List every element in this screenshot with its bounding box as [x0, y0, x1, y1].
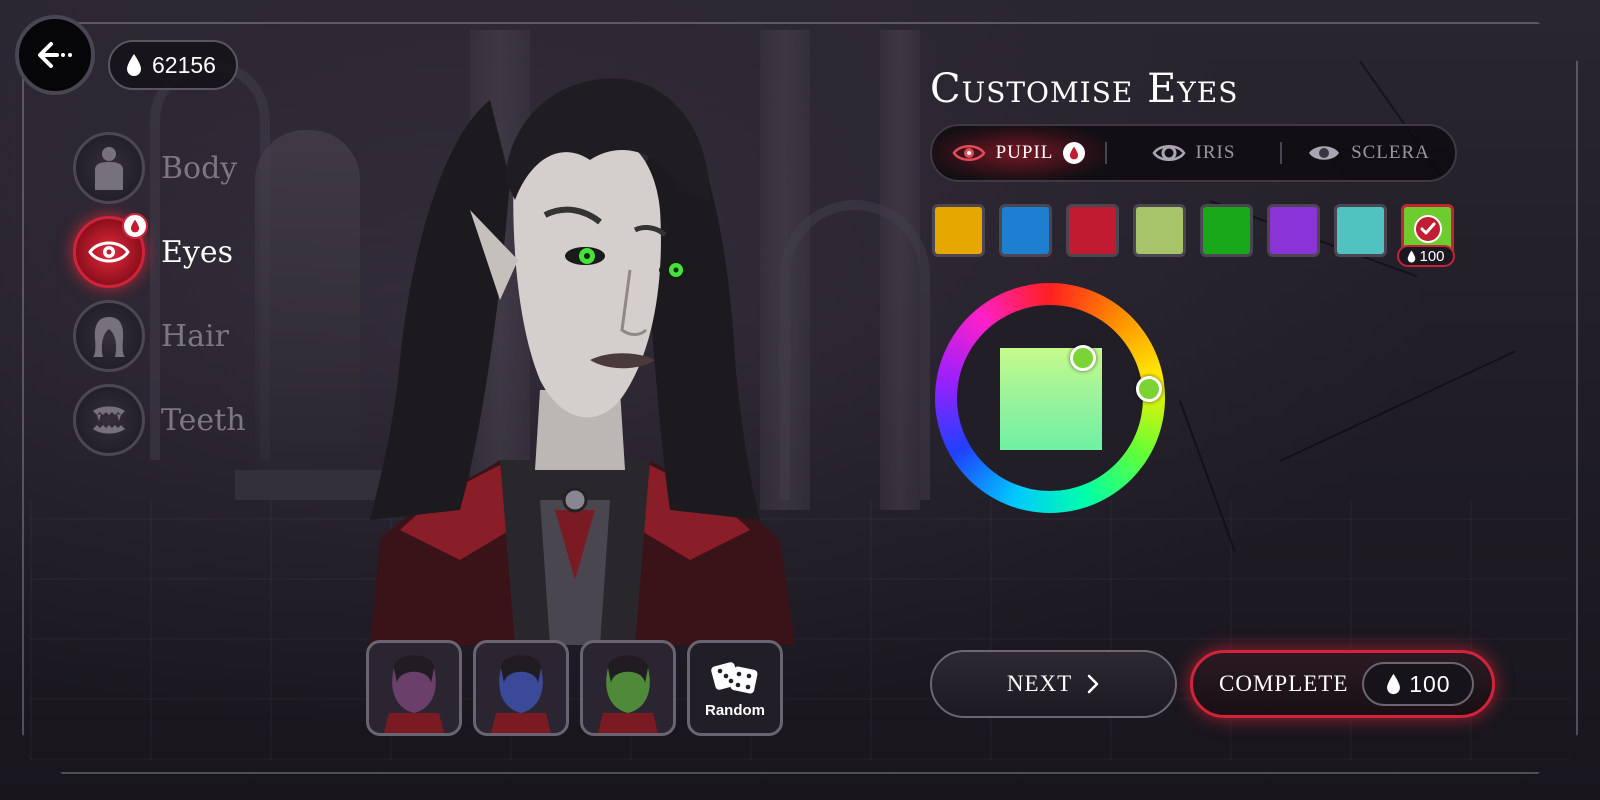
complete-label: COMPLETE	[1219, 671, 1349, 696]
next-button[interactable]: NEXT	[930, 650, 1177, 718]
iris-icon	[1152, 145, 1186, 161]
nav-label: Body	[161, 150, 238, 186]
wall-crack	[1279, 350, 1517, 462]
dice-icon	[711, 661, 758, 693]
complete-cost-amount: 100	[1409, 670, 1451, 697]
currency-amount: 62156	[152, 51, 216, 78]
tab-sclera[interactable]: SCLERA	[1282, 126, 1455, 180]
saturation-knob[interactable]	[1070, 345, 1096, 371]
color-swatches	[932, 204, 1454, 257]
random-button[interactable]: Random	[687, 640, 783, 736]
hue-knob[interactable]	[1136, 376, 1162, 402]
color-swatch[interactable]	[999, 204, 1052, 257]
eye-icon	[88, 241, 130, 263]
color-swatch[interactable]	[1200, 204, 1253, 257]
game-screen: 62156 Body Eyes Hair Teeth Random Custom…	[0, 0, 1600, 800]
blood-drop-icon	[1387, 673, 1401, 695]
preset-skin-blue[interactable]	[473, 640, 569, 736]
nav-label: Hair	[161, 318, 229, 354]
nav-item-eyes[interactable]: Eyes	[73, 213, 233, 288]
tab-label: PUPIL	[995, 142, 1054, 163]
complete-button[interactable]: COMPLETE 100	[1190, 650, 1495, 718]
color-swatch[interactable]	[1334, 204, 1387, 257]
color-swatch[interactable]	[1267, 204, 1320, 257]
nav-circle	[73, 300, 145, 372]
color-swatch[interactable]	[932, 204, 985, 257]
character-preset-thumb	[491, 655, 551, 733]
vampire-character	[370, 78, 795, 645]
nav-label: Eyes	[161, 234, 233, 270]
color-swatch[interactable]	[1133, 204, 1186, 257]
preset-row: Random	[366, 640, 783, 736]
tab-label: IRIS	[1195, 142, 1236, 163]
blood-drop-icon	[127, 54, 141, 76]
tab-pupil[interactable]: PUPIL	[932, 126, 1105, 180]
eye-part-tabs: PUPIL IRIS SCLERA	[930, 124, 1457, 182]
page-title: Customise Eyes	[930, 66, 1239, 112]
chevron-right-icon	[1087, 674, 1099, 694]
blood-drop-icon	[1070, 146, 1079, 160]
next-label: NEXT	[1006, 671, 1073, 696]
character-preset-thumb	[598, 655, 658, 733]
random-label: Random	[705, 701, 765, 719]
cost-badge	[1063, 142, 1086, 164]
back-button[interactable]	[15, 15, 95, 95]
hair-icon	[93, 317, 125, 357]
nav-circle	[73, 384, 145, 456]
cost-badge	[122, 213, 148, 239]
color-picker	[935, 283, 1165, 513]
character-preset-thumb	[384, 655, 444, 733]
nav-item-body[interactable]: Body	[73, 132, 237, 204]
nav-circle-active	[73, 213, 148, 288]
blood-drop-icon	[130, 219, 140, 233]
tab-iris[interactable]: IRIS	[1107, 126, 1280, 180]
sclera-icon	[1309, 146, 1340, 160]
color-swatch[interactable]	[1066, 204, 1119, 257]
back-arrow-icon	[38, 42, 72, 68]
currency-counter: 62156	[108, 40, 238, 90]
swatch-cost: 100	[1419, 247, 1445, 265]
tab-label: SCLERA	[1351, 142, 1430, 163]
body-icon	[95, 147, 123, 190]
complete-cost: 100	[1362, 662, 1475, 706]
eye-icon	[952, 145, 986, 161]
preset-skin-green[interactable]	[580, 640, 676, 736]
teeth-icon	[93, 406, 125, 434]
checkmark-icon	[1414, 215, 1442, 243]
nav-item-teeth[interactable]: Teeth	[73, 384, 246, 456]
nav-label: Teeth	[161, 402, 246, 438]
blood-drop-icon	[1408, 250, 1416, 262]
preset-skin-purple[interactable]	[366, 640, 462, 736]
swatch-cost-tag: 100	[1397, 245, 1455, 267]
nav-item-hair[interactable]: Hair	[73, 300, 229, 372]
nav-circle	[73, 132, 145, 204]
